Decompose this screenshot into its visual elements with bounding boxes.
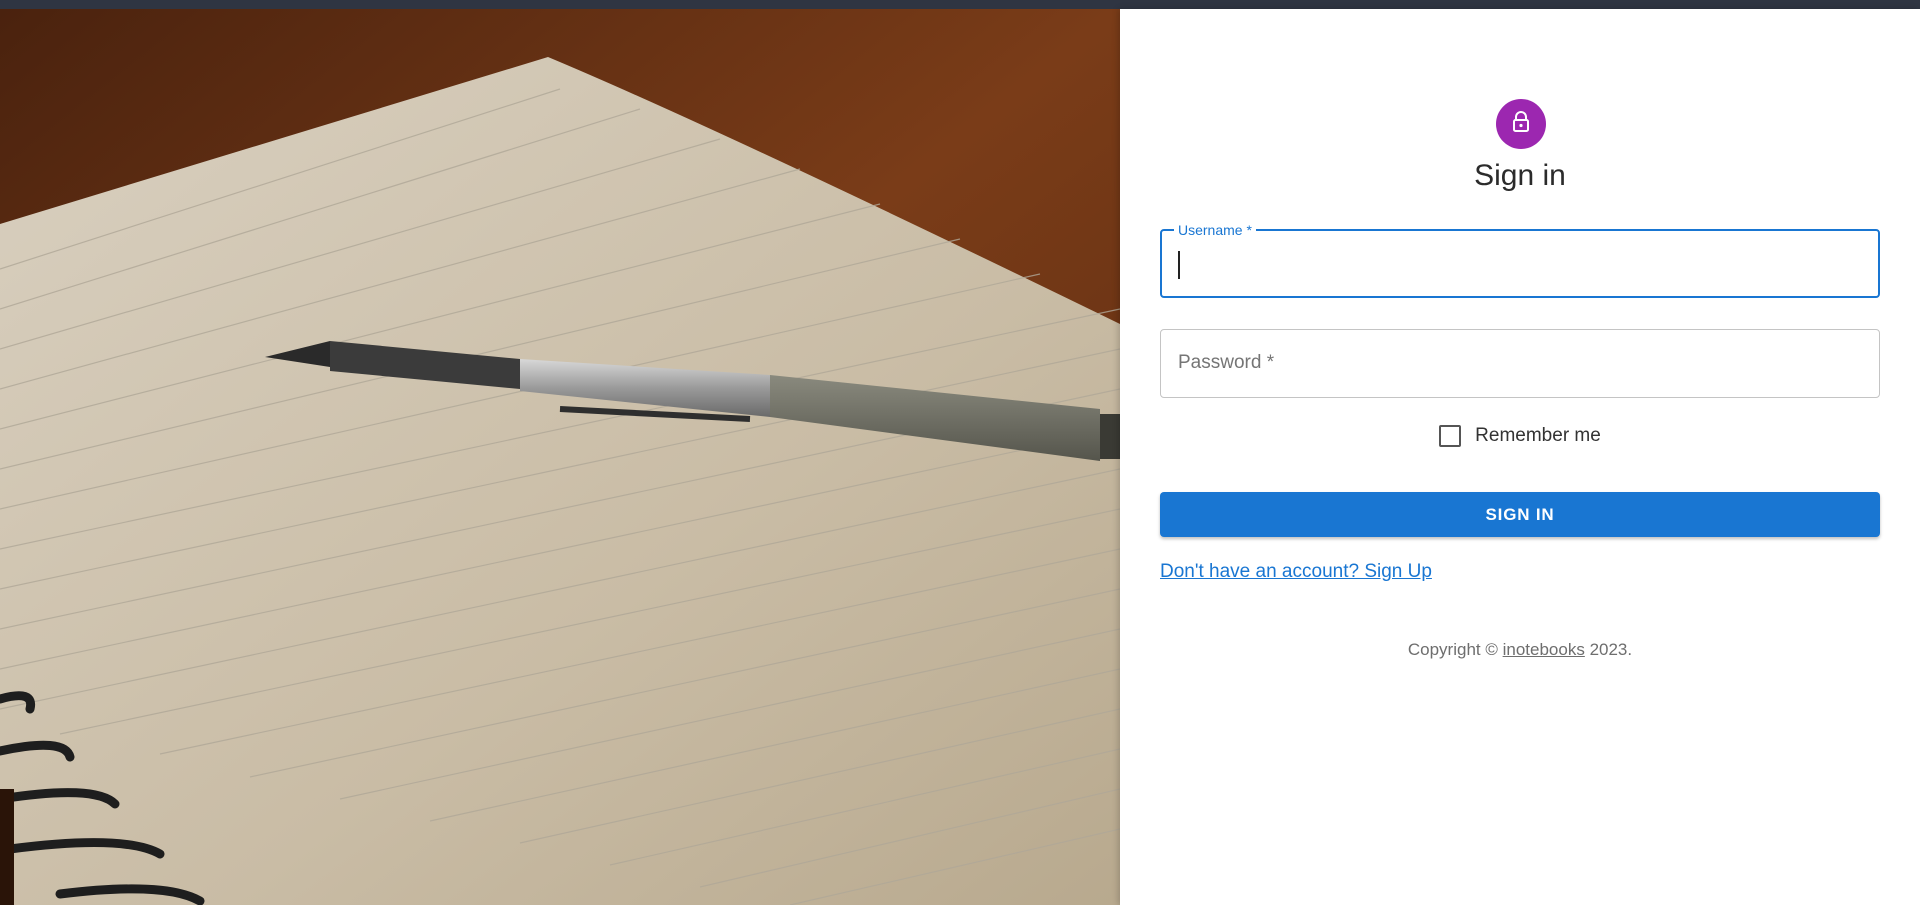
username-field[interactable]: Username * xyxy=(1160,222,1880,298)
page-title: Sign in xyxy=(1474,159,1566,192)
sign-up-link[interactable]: Don't have an account? Sign Up xyxy=(1160,561,1432,583)
password-field[interactable]: Password * xyxy=(1160,329,1880,398)
remember-me-row: Remember me xyxy=(1120,425,1920,447)
browser-top-bar xyxy=(0,0,1920,9)
copyright-footer: Copyright © inotebooks 2023. xyxy=(1120,640,1920,660)
sign-in-button[interactable]: SIGN IN xyxy=(1160,492,1880,537)
copyright-suffix: 2023. xyxy=(1584,640,1633,659)
password-input[interactable] xyxy=(1161,330,1879,397)
username-input[interactable] xyxy=(1162,231,1878,296)
remember-me-checkbox[interactable] xyxy=(1439,425,1462,447)
signin-panel: Sign in Username * Password * Remember m… xyxy=(1120,9,1920,905)
brand-link[interactable]: inotebooks xyxy=(1503,640,1585,659)
copyright-prefix: Copyright © xyxy=(1407,640,1503,659)
lock-avatar xyxy=(1496,99,1546,149)
lock-icon xyxy=(1509,110,1533,139)
remember-me-label[interactable]: Remember me xyxy=(1475,425,1601,447)
hero-image xyxy=(0,9,1120,905)
